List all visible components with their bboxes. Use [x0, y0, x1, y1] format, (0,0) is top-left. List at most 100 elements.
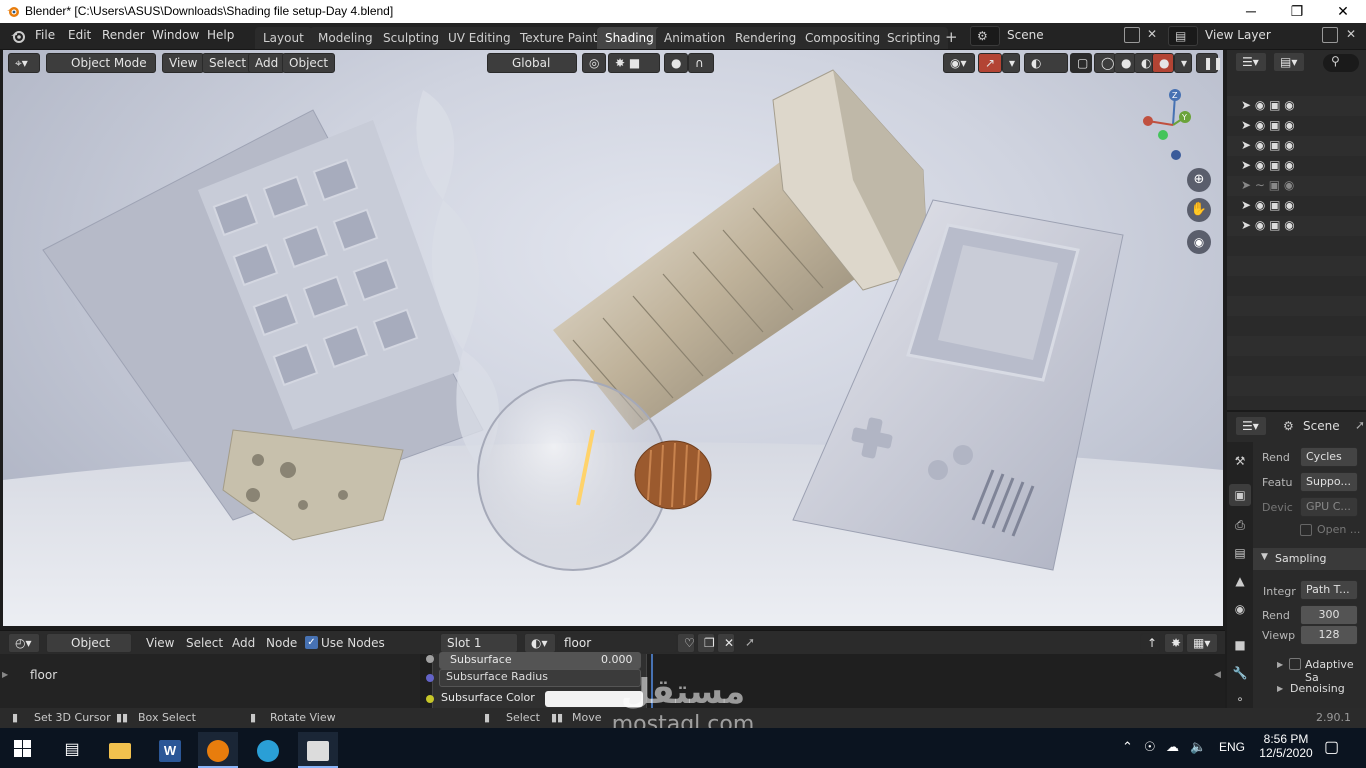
node-pin-icon[interactable]: ➚ [745, 635, 755, 649]
object-tab-icon[interactable]: ■ [1229, 634, 1251, 656]
tab-rendering[interactable]: Rendering [727, 27, 805, 49]
modifier-tab-icon[interactable]: 🔧 [1229, 662, 1251, 684]
fake-user-icon[interactable]: ♡ [677, 633, 695, 653]
viewport-samples-field[interactable]: 128 [1300, 625, 1358, 645]
add-workspace-button[interactable]: + [945, 28, 958, 46]
menu-add[interactable]: Add [248, 53, 286, 73]
editor-type-icon[interactable]: ⌖▾ [8, 53, 40, 73]
shader-type-dropdown[interactable]: Object [46, 633, 132, 653]
menu-file[interactable]: File [35, 28, 55, 42]
calendar-app-icon[interactable] [298, 732, 338, 768]
view-layer-tab-icon[interactable]: ▤ [1229, 542, 1251, 564]
output-tab-icon[interactable]: ⎙ [1229, 514, 1251, 536]
node-snap-mode-icon[interactable]: ▦▾ [1186, 633, 1218, 653]
tab-texture-paint[interactable]: Texture Paint [512, 27, 606, 49]
subsurface-radius-socket[interactable] [426, 674, 434, 682]
tab-shading[interactable]: Shading [597, 27, 662, 49]
view-layer-icon[interactable]: ▤ [1168, 26, 1198, 46]
onedrive-icon[interactable]: ☁ [1166, 739, 1179, 755]
node-snap-icon[interactable]: ✸ [1164, 633, 1184, 653]
outliner[interactable]: ☰▾ ▤▾ ⚲ ➤ ◉ ▣ ◉ ➤ ◉ ▣ ◉ ➤ ◉ ▣ ◉ ➤ ◉ ▣ ◉ … [1227, 50, 1366, 410]
outliner-row[interactable]: ➤ ◉ ▣ ◉ [1227, 116, 1366, 136]
device-dropdown[interactable]: GPU C... [1300, 497, 1358, 517]
delete-scene-icon[interactable]: ✕ [1147, 27, 1157, 41]
menu-edit[interactable]: Edit [68, 28, 91, 42]
feature-set-dropdown[interactable]: Suppo... [1300, 472, 1358, 492]
falloff-icon[interactable]: ∩ [688, 53, 714, 73]
tab-layout[interactable]: Layout [255, 27, 312, 49]
blender-menu-icon[interactable] [10, 28, 26, 44]
display-mode-icon[interactable]: ▤▾ [1273, 52, 1305, 72]
tool-tab-icon[interactable]: ⚒ [1229, 450, 1251, 472]
mode-selector[interactable]: Object Mode [46, 53, 156, 73]
xray-icon[interactable]: ▢ [1070, 53, 1092, 73]
particles-tab-icon[interactable]: ∘ [1229, 688, 1251, 710]
subsurface-socket[interactable] [426, 655, 434, 663]
pivot-icon[interactable]: ◎ [582, 53, 606, 73]
scene-name[interactable]: Scene [1007, 28, 1044, 42]
pin-icon[interactable]: ➚ [1355, 418, 1365, 432]
tab-scripting[interactable]: Scripting [879, 27, 949, 49]
world-tab-icon[interactable]: ◉ [1229, 598, 1251, 620]
scene-selector-icon[interactable]: ⚙ [970, 26, 1000, 46]
navigation-gizmo[interactable]: Z Y [1133, 85, 1193, 165]
tab-modeling[interactable]: Modeling [310, 27, 381, 49]
tab-uv-editing[interactable]: UV Editing [440, 27, 519, 49]
denoising-label[interactable]: Denoising [1290, 682, 1345, 695]
slot-dropdown[interactable]: Slot 1 [440, 633, 518, 653]
input-language[interactable]: ENG [1219, 740, 1245, 754]
menu-select[interactable]: Select [202, 53, 254, 73]
windows-start-icon[interactable] [14, 740, 31, 757]
properties-type-icon[interactable]: ☰▾ [1235, 416, 1267, 436]
new-scene-icon[interactable] [1124, 27, 1140, 43]
transform-orientation[interactable]: Global [487, 53, 577, 73]
outliner-search-icon[interactable]: ⚲ [1323, 54, 1359, 72]
node-menu-node[interactable]: Node [266, 636, 297, 650]
delete-view-layer-icon[interactable]: ✕ [1346, 27, 1356, 41]
rendered-shading-icon[interactable]: ● [1152, 53, 1174, 73]
minimize-button[interactable]: ─ [1228, 0, 1274, 23]
subsurface-radius-dropdown[interactable]: Subsurface Radius [439, 669, 641, 687]
edge-icon[interactable] [248, 732, 288, 768]
menu-window[interactable]: Window [152, 28, 199, 42]
outliner-type-icon[interactable]: ☰▾ [1235, 52, 1267, 72]
snap-icon[interactable]: ✸ ■ [608, 53, 660, 73]
wireframe-shading-icon[interactable]: ◯ [1094, 53, 1116, 73]
zoom-icon[interactable]: ⊕ [1187, 168, 1211, 192]
volume-icon[interactable]: 🔈 [1190, 739, 1206, 755]
outliner-row[interactable]: ➤ ∼ ▣ ◉ [1227, 176, 1366, 196]
outliner-row[interactable]: ➤ ◉ ▣ ◉ [1227, 136, 1366, 156]
show-hidden-icons[interactable]: ⌃ [1122, 739, 1133, 755]
material-browse-icon[interactable]: ◐▾ [524, 633, 556, 653]
shading-dropdown-icon[interactable]: ▾ [1174, 53, 1192, 73]
properties-editor[interactable]: ☰▾ ⚙ Scene ➚ ⚒ ▣ ⎙ ▤ ▲ ◉ ■ 🔧 ∘ Rend Cycl… [1227, 410, 1366, 710]
subsurface-color-socket[interactable] [426, 695, 434, 703]
task-view-icon[interactable]: ▤ [52, 732, 92, 768]
solid-shading-icon[interactable]: ● [1114, 53, 1136, 73]
integrator-dropdown[interactable]: Path T... [1300, 580, 1358, 600]
node-editor-type-icon[interactable]: ◴▾ [8, 633, 40, 653]
adaptive-sampling-checkbox[interactable] [1289, 658, 1301, 670]
subsurface-color-swatch[interactable] [545, 691, 643, 707]
render-engine-dropdown[interactable]: Cycles [1300, 447, 1358, 467]
action-center-icon[interactable]: ▢ [1324, 737, 1339, 757]
outliner-row[interactable]: ➤ ◉ ▣ ◉ [1227, 156, 1366, 176]
use-nodes-checkbox[interactable]: ✓ [305, 636, 318, 649]
render-samples-field[interactable]: 300 [1300, 605, 1358, 625]
visibility-icon[interactable]: ◉▾ [943, 53, 975, 73]
tab-compositing[interactable]: Compositing [797, 27, 889, 49]
material-name-field[interactable]: floor [557, 633, 677, 653]
gizmo-toggle-icon[interactable]: ↗ [978, 53, 1002, 73]
adaptive-expand-icon[interactable]: ▶ [1277, 660, 1283, 669]
node-menu-select[interactable]: Select [186, 636, 223, 650]
network-globe-icon[interactable]: ☉ [1144, 739, 1156, 755]
new-view-layer-icon[interactable] [1322, 27, 1338, 43]
system-clock[interactable]: 8:56 PM 12/5/2020 [1258, 732, 1314, 760]
3d-viewport[interactable]: Z Y ⊕ ✋ ◉ [3, 50, 1223, 626]
pan-hand-icon[interactable]: ✋ [1187, 198, 1211, 222]
tab-animation[interactable]: Animation [656, 27, 734, 49]
view-layer-name[interactable]: View Layer [1205, 28, 1271, 42]
menu-render[interactable]: Render [102, 28, 145, 42]
node-toolbar-expand-icon[interactable]: ◀ [1214, 670, 1221, 680]
denoising-expand-icon[interactable]: ▶ [1277, 684, 1283, 693]
